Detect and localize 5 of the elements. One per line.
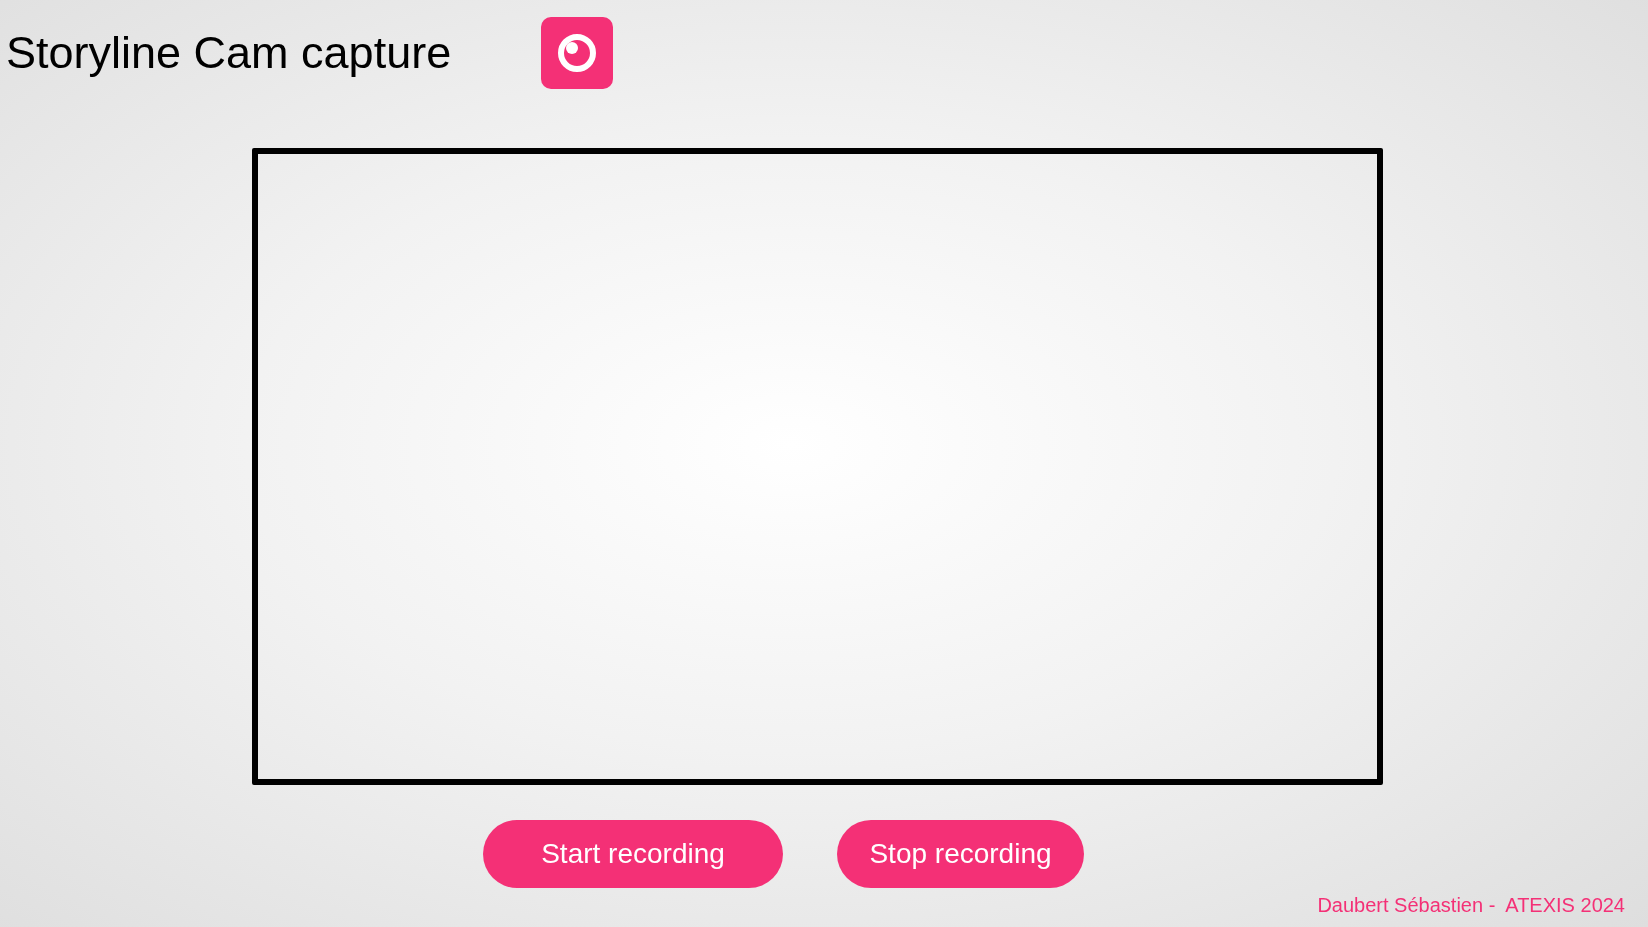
record-button[interactable]: Start recording bbox=[483, 820, 783, 888]
camera-icon bbox=[541, 17, 613, 89]
app-title: Storyline Cam capture bbox=[6, 27, 453, 79]
footer-credit: Daubert Sébastien - ATEXIS 2024 bbox=[1317, 894, 1625, 917]
record-button[interactable]: Stop recording bbox=[837, 820, 1084, 888]
